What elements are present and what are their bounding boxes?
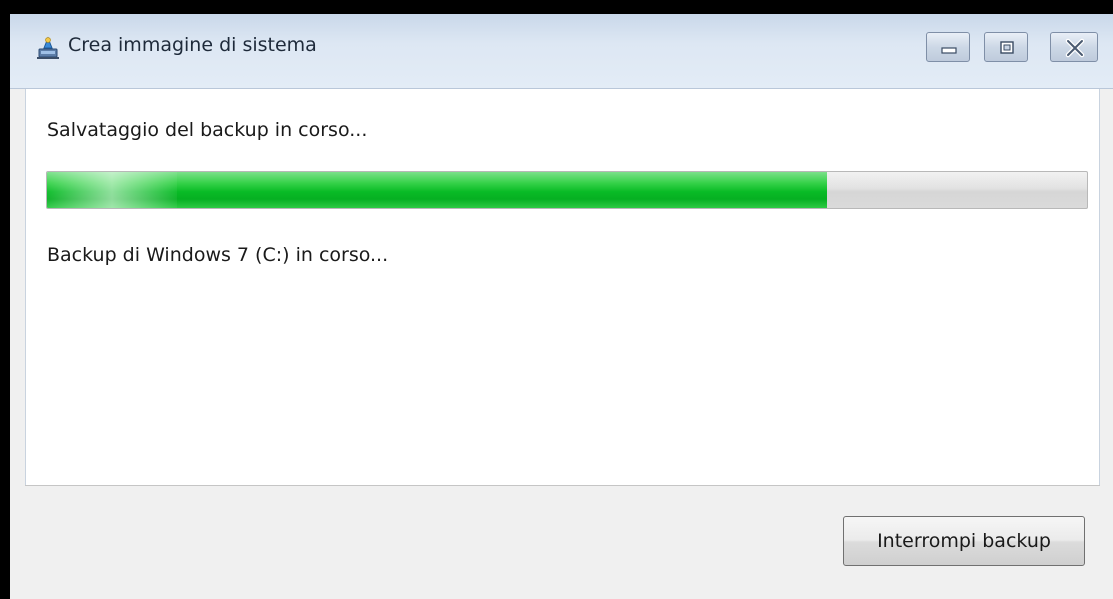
backup-progress-bar [46,171,1088,209]
detail-text: Backup di Windows 7 (C:) in corso... [47,244,389,266]
dialog-content: Salvataggio del backup in corso... Backu… [25,89,1100,485]
close-button[interactable] [1050,32,1098,62]
status-text: Salvataggio del backup in corso... [47,119,368,141]
minimize-button[interactable] [926,32,970,62]
stop-backup-button[interactable]: Interrompi backup [843,516,1085,566]
title-bar[interactable]: Crea immagine di sistema [10,14,1113,89]
maximize-button[interactable] [984,32,1028,62]
backup-computer-icon [35,36,61,60]
window-title: Crea immagine di sistema [68,34,317,56]
backup-window: Crea immagine di sistema Salvataggio del… [10,14,1113,599]
progress-shine [47,172,177,208]
dialog-footer: Interrompi backup [25,486,1100,599]
progress-fill [47,172,827,208]
